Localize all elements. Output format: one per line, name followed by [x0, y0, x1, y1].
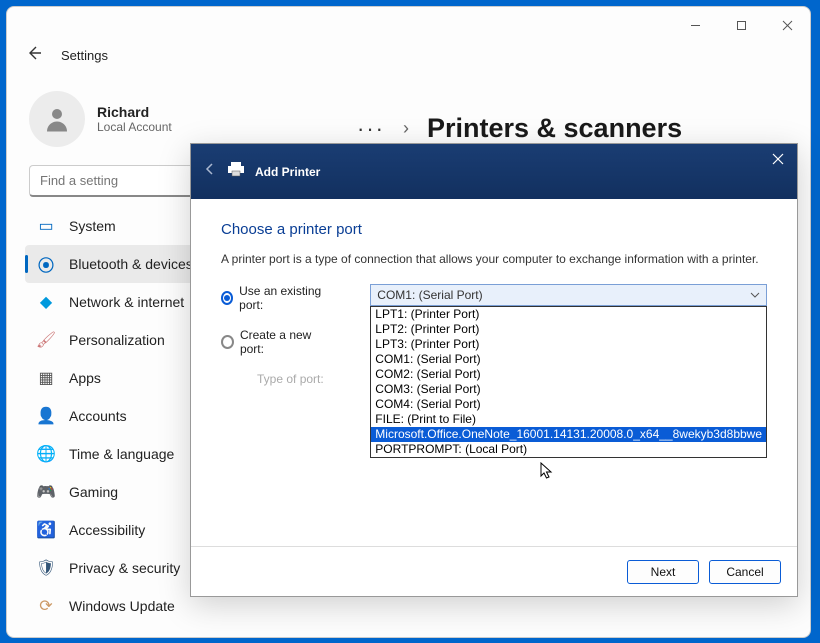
radio-label: Create a new port:	[240, 328, 328, 356]
printer-icon	[227, 161, 245, 182]
dialog-description: A printer port is a type of connection t…	[221, 252, 767, 266]
radio-on-icon	[221, 291, 233, 305]
list-item[interactable]: LPT3: (Printer Port)	[371, 337, 766, 352]
user-block[interactable]: Richard Local Account	[29, 91, 277, 147]
chevron-right-icon: ›	[403, 118, 409, 139]
sidebar-item-label: Accessibility	[69, 522, 145, 538]
shield-icon: 🛡	[37, 558, 55, 578]
person-icon: 👤	[37, 406, 55, 426]
list-item[interactable]: LPT1: (Printer Port)	[371, 307, 766, 322]
maximize-button[interactable]	[718, 10, 764, 40]
radio-off-icon	[221, 335, 234, 349]
list-item[interactable]: COM4: (Serial Port)	[371, 397, 766, 412]
list-item[interactable]: Microsoft.Office.OneNote_16001.14131.200…	[371, 427, 766, 442]
dialog-header: Add Printer	[191, 144, 797, 199]
app-name: Settings	[61, 48, 108, 63]
chevron-down-icon	[750, 290, 760, 300]
titlebar	[7, 7, 810, 43]
avatar	[29, 91, 85, 147]
cancel-button[interactable]: Cancel	[709, 560, 781, 584]
user-name: Richard	[97, 104, 172, 120]
radio-create-new-port[interactable]: Create a new port:	[221, 328, 328, 356]
sidebar-item-label: Apps	[69, 370, 101, 386]
list-item[interactable]: PORTPROMPT: (Local Port)	[371, 442, 766, 457]
next-button[interactable]: Next	[627, 560, 699, 584]
breadcrumb-overflow[interactable]: ···	[357, 116, 385, 142]
bluetooth-icon: ⦿	[37, 252, 55, 276]
combobox-value: COM1: (Serial Port)	[377, 288, 482, 302]
close-button[interactable]	[764, 10, 810, 40]
radio-use-existing-port[interactable]: Use an existing port:	[221, 284, 328, 312]
page-title: Printers & scanners	[427, 113, 682, 144]
network-icon: ◆	[37, 292, 55, 312]
port-listbox[interactable]: LPT1: (Printer Port) LPT2: (Printer Port…	[370, 306, 767, 458]
display-icon: ▭	[37, 216, 55, 236]
dialog-back-button[interactable]	[203, 162, 217, 181]
brush-icon: 🖌	[37, 330, 55, 350]
update-icon: ⟳	[37, 596, 55, 616]
dialog-footer: Next Cancel	[191, 546, 797, 596]
dialog-close-button[interactable]	[765, 148, 791, 170]
sidebar-item-label: Time & language	[69, 446, 174, 462]
minimize-button[interactable]	[672, 10, 718, 40]
list-item[interactable]: COM3: (Serial Port)	[371, 382, 766, 397]
sidebar-item-label: Personalization	[69, 332, 165, 348]
type-of-port-label: Type of port:	[221, 372, 328, 386]
sidebar-item-label: Bluetooth & devices	[69, 256, 193, 272]
dialog-heading: Choose a printer port	[221, 221, 767, 238]
breadcrumb: ··· › Printers & scanners	[357, 113, 780, 144]
list-item[interactable]: COM2: (Serial Port)	[371, 367, 766, 382]
header: Settings	[7, 43, 810, 73]
sidebar-item-label: Windows Update	[69, 598, 175, 614]
sidebar-item-label: Network & internet	[69, 294, 184, 310]
sidebar-item-label: Accounts	[69, 408, 127, 424]
globe-icon: 🌐	[37, 444, 55, 464]
list-item[interactable]: COM1: (Serial Port)	[371, 352, 766, 367]
list-item[interactable]: FILE: (Print to File)	[371, 412, 766, 427]
sidebar-item-label: Gaming	[69, 484, 118, 500]
user-sub: Local Account	[97, 120, 172, 134]
dialog-body: Choose a printer port A printer port is …	[191, 199, 797, 546]
dialog-title: Add Printer	[255, 165, 320, 179]
sidebar-item-label: Privacy & security	[69, 560, 180, 576]
port-combobox[interactable]: COM1: (Serial Port)	[370, 284, 767, 306]
apps-icon: ▦	[37, 368, 55, 388]
gamepad-icon: 🎮	[37, 482, 55, 502]
sidebar-item-label: System	[69, 218, 116, 234]
back-button[interactable]	[25, 44, 43, 67]
accessibility-icon: ♿	[37, 520, 55, 540]
list-item[interactable]: LPT2: (Printer Port)	[371, 322, 766, 337]
add-printer-dialog: Add Printer Choose a printer port A prin…	[190, 143, 798, 597]
radio-label: Use an existing port:	[239, 284, 328, 312]
